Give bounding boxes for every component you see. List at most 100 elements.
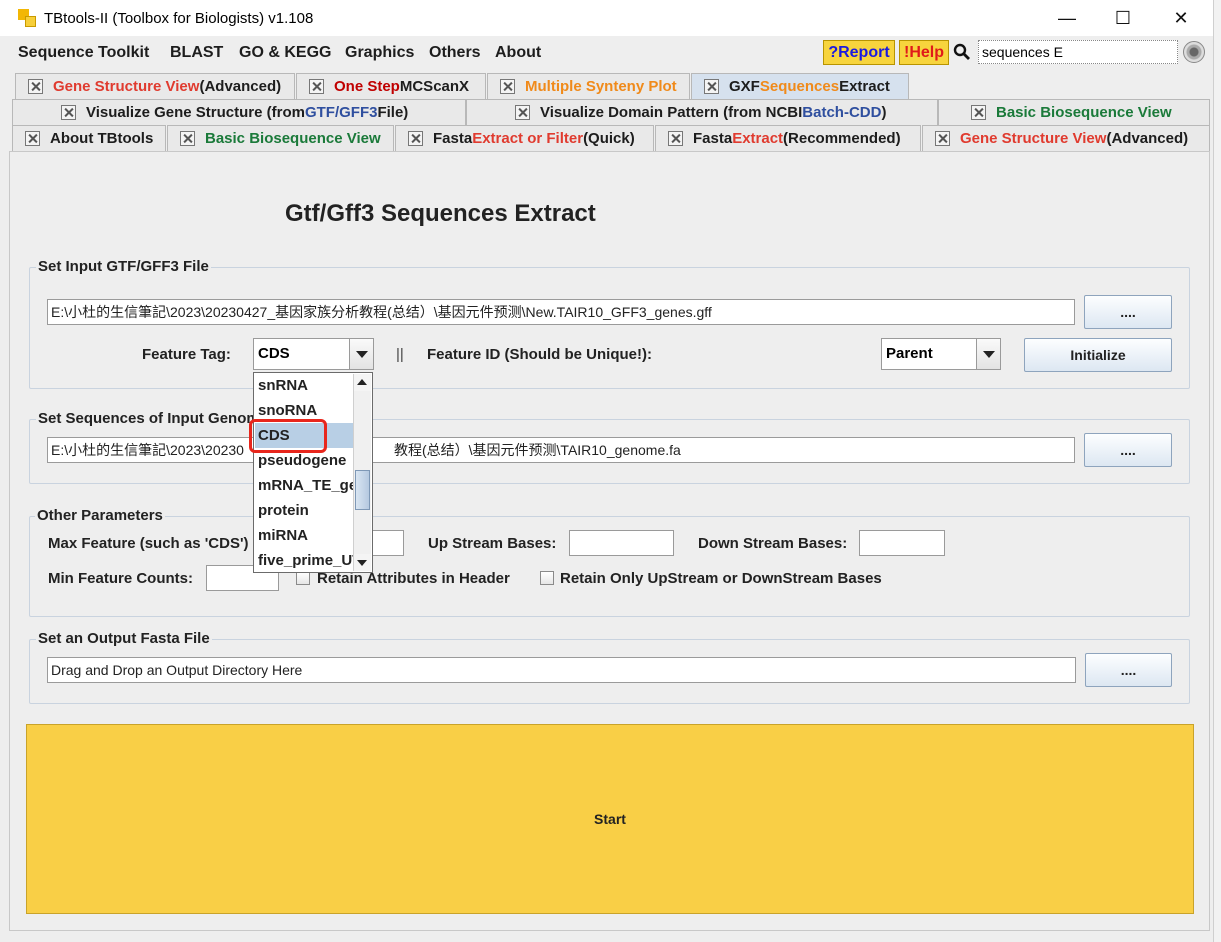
dropdown-option-mirna[interactable]: miRNA (255, 523, 353, 548)
close-tab-icon[interactable] (515, 105, 530, 120)
menu-sequence-toolkit[interactable]: Sequence Toolkit (18, 44, 149, 62)
close-tab-icon[interactable] (408, 131, 423, 146)
tab-fasta-extract-filter-quick[interactable]: Fasta Extract or Filter (Quick) (395, 125, 654, 151)
gff-input-group (29, 267, 1190, 389)
output-browse-button[interactable]: .... (1085, 653, 1172, 687)
min-feature-label: Min Feature Counts: (48, 570, 193, 587)
scroll-up-icon[interactable] (354, 374, 371, 391)
tab-label: Visualize Gene Structure (from (86, 104, 305, 121)
gff-path-field[interactable]: E:\小杜的生信筆記\2023\20230427_基因家族分析教程(总结）\基因… (47, 299, 1075, 325)
menu-go-kegg[interactable]: GO & KEGG (239, 44, 331, 62)
menu-about[interactable]: About (495, 44, 541, 62)
tab-label: MCScanX (399, 78, 470, 95)
close-tab-icon[interactable] (971, 105, 986, 120)
scroll-thumb[interactable] (355, 470, 370, 510)
genome-path-field[interactable]: E:\小杜的生信筆記\2023\20230 教程(总结）\基因元件预测\TAIR1… (47, 437, 1075, 463)
tab-basic-biosequence-view[interactable]: Basic Biosequence View (167, 125, 394, 151)
maximize-button[interactable]: ☐ (1100, 4, 1146, 32)
close-tab-icon[interactable] (704, 79, 719, 94)
downstream-input[interactable] (859, 530, 945, 556)
tab-fasta-extract-recommended[interactable]: Fasta Extract (Recommended) (655, 125, 921, 151)
search-icon[interactable] (953, 43, 971, 61)
retain-only-checkbox[interactable] (540, 571, 554, 585)
close-button[interactable]: ✕ (1158, 4, 1204, 32)
output-group-label: Set an Output Fasta File (36, 630, 212, 647)
feature-tag-dropdown[interactable]: snRNA snoRNA CDS pseudogene mRNA_TE_gene… (253, 372, 373, 573)
tab-label: About TBtools (50, 130, 154, 147)
tab-visualize-domain-pattern[interactable]: Visualize Domain Pattern (from NCBI Batc… (466, 99, 938, 125)
tab-label: Sequences (759, 78, 840, 95)
tab-basic-biosequence-view-2[interactable]: Basic Biosequence View (938, 99, 1210, 125)
chevron-down-icon[interactable] (349, 339, 373, 369)
help-button[interactable]: !Help (899, 40, 949, 65)
tab-gene-structure-view-advanced-1[interactable]: Gene Structure View (Advanced) (15, 73, 295, 99)
genome-path-left: E:\小杜的生信筆記\2023\20230 (51, 442, 244, 458)
close-tab-icon[interactable] (668, 131, 683, 146)
dropdown-option-snrna[interactable]: snRNA (255, 373, 353, 398)
genome-group-label: Set Sequences of Input Genom (36, 410, 262, 427)
tab-label: (Advanced) (1106, 130, 1189, 147)
start-button[interactable]: Start (26, 724, 1194, 914)
tab-label: Extract (839, 78, 890, 95)
upstream-input[interactable] (569, 530, 674, 556)
tab-gxf-sequences-extract[interactable]: GXF Sequences Extract (691, 73, 909, 99)
feature-id-select[interactable]: Parent (881, 338, 1001, 370)
dropdown-option-five-prime-utr[interactable]: five_prime_UTR (255, 548, 353, 573)
dropdown-scrollbar[interactable] (353, 374, 371, 571)
minimize-button[interactable]: — (1044, 4, 1090, 32)
retain-attributes-checkbox[interactable] (296, 571, 310, 585)
scroll-down-icon[interactable] (354, 554, 371, 571)
tab-label: Visualize Domain Pattern (from NCBI (540, 104, 803, 121)
tab-label: GTF/GFF3 (304, 104, 378, 121)
tab-multiple-synteny-plot[interactable]: Multiple Synteny Plot (487, 73, 690, 99)
close-tab-icon[interactable] (25, 131, 40, 146)
tab-label: Extract or Filter (472, 130, 584, 147)
feature-tag-select[interactable]: CDS (253, 338, 374, 370)
highlight-annotation-box (249, 419, 327, 453)
close-tab-icon[interactable] (180, 131, 195, 146)
tab-label: GXF (729, 78, 760, 95)
settings-icon[interactable] (1183, 41, 1205, 63)
close-tab-icon[interactable] (500, 79, 515, 94)
chevron-down-icon[interactable] (976, 339, 1000, 369)
max-feature-label: Max Feature (such as 'CDS') (48, 535, 249, 552)
tab-label: One Step (334, 78, 400, 95)
tab-label: ) (881, 104, 887, 121)
genome-path-right: 教程(总结）\基因元件预测\TAIR10_genome.fa (393, 442, 681, 458)
tab-label: Basic Biosequence View (205, 130, 381, 147)
gff-group-label: Set Input GTF/GFF3 File (36, 258, 211, 275)
dropdown-option-protein[interactable]: protein (255, 498, 353, 523)
tab-label: (Recommended) (783, 130, 901, 147)
tab-one-step-mcscanx[interactable]: One Step MCScanX (296, 73, 486, 99)
close-tab-icon[interactable] (28, 79, 43, 94)
initialize-button[interactable]: Initialize (1024, 338, 1172, 372)
close-tab-icon[interactable] (309, 79, 324, 94)
other-params-label: Other Parameters (35, 507, 165, 524)
menu-graphics[interactable]: Graphics (345, 44, 414, 62)
downstream-label: Down Stream Bases: (698, 535, 848, 552)
close-tab-icon[interactable] (935, 131, 950, 146)
feature-tag-value: CDS (258, 345, 290, 362)
tab-about-tbtools[interactable]: About TBtools (12, 125, 166, 151)
genome-browse-button[interactable]: .... (1084, 433, 1172, 467)
tab-label: Gene Structure View (960, 130, 1107, 147)
menu-others[interactable]: Others (429, 44, 481, 62)
tab-label: Batch-CDD (802, 104, 882, 121)
tab-visualize-gene-structure[interactable]: Visualize Gene Structure (from GTF/GFF3 … (12, 99, 466, 125)
search-input[interactable] (978, 40, 1178, 64)
feature-tag-label: Feature Tag: (142, 346, 231, 363)
tab-label: Fasta (693, 130, 733, 147)
tab-label: Basic Biosequence View (996, 104, 1172, 121)
upstream-label: Up Stream Bases: (428, 535, 557, 552)
tab-gene-structure-view-advanced-2[interactable]: Gene Structure View (Advanced) (922, 125, 1210, 151)
background-window-edge (1213, 0, 1221, 942)
report-button[interactable]: ?Report (823, 40, 895, 65)
dropdown-option-mrna-te-gene[interactable]: mRNA_TE_gene (255, 473, 353, 498)
output-path-field[interactable]: Drag and Drop an Output Directory Here (47, 657, 1076, 683)
separator: || (396, 346, 404, 363)
title-bar: TBtools-II (Toolbox for Biologists) v1.1… (0, 0, 1213, 36)
retain-only-label: Retain Only UpStream or DownStream Bases (560, 570, 882, 587)
close-tab-icon[interactable] (61, 105, 76, 120)
gff-browse-button[interactable]: .... (1084, 295, 1172, 329)
menu-blast[interactable]: BLAST (170, 44, 223, 62)
